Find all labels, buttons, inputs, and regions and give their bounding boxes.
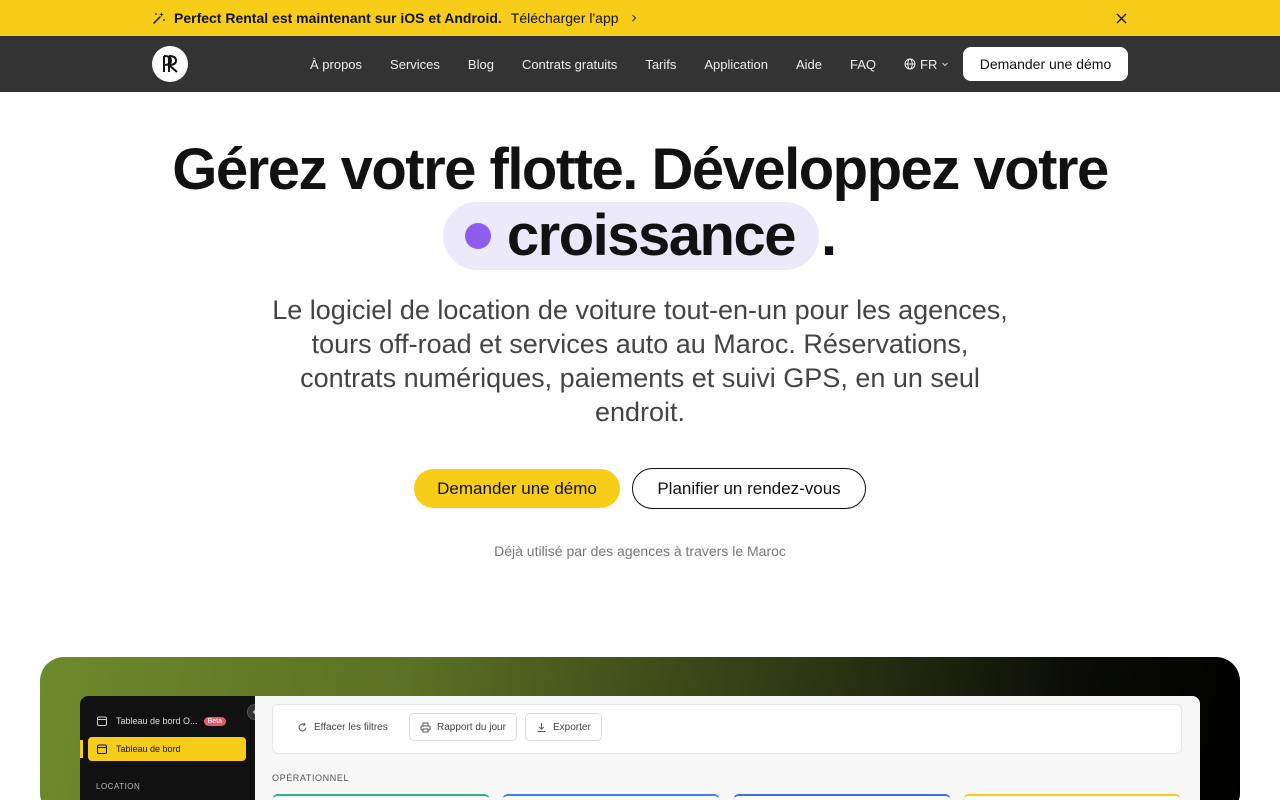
globe-icon [904,58,916,70]
download-icon [536,722,547,733]
printer-icon [420,722,431,733]
app-main: Effacer les filtres Rapport du jour Expo… [255,696,1200,800]
sidebar-item-label: Tableau de bord O... [116,716,198,726]
highlight-pill: croissance [442,202,819,270]
hero-title-line2: croissance . [0,202,1280,270]
close-icon[interactable] [1114,11,1128,25]
main-navbar: À propos Services Blog Contrats gratuits… [0,36,1280,92]
chevron-down-icon [941,60,949,68]
highlight-word: croissance [506,203,797,268]
sidebar-item-dashboard-ops[interactable]: Tableau de bord O... Beta [90,710,240,732]
clear-filters-label[interactable]: Effacer les filtres [314,722,388,733]
request-demo-nav-button[interactable]: Demander une démo [963,47,1128,81]
dashboard-preview: Tableau de bord O... Beta Tableau de bor… [40,657,1240,800]
daily-report-button[interactable]: Rapport du jour [409,713,517,741]
logo-mark-icon [163,55,178,73]
purple-dot-icon [464,223,491,249]
daily-report-label[interactable]: Rapport du jour [437,722,506,733]
calendar-icon [96,715,108,727]
nav-link-free-contracts[interactable]: Contrats gratuits [522,57,617,72]
nav-link-faq[interactable]: FAQ [850,57,876,72]
nav-link-application[interactable]: Application [704,57,768,72]
operational-section-label: OPÉRATIONNEL [272,773,350,783]
app-window: Tableau de bord O... Beta Tableau de bor… [80,696,1200,800]
stat-card[interactable] [272,794,490,800]
hero-subtitle: Le logiciel de location de voiture tout-… [272,295,1008,427]
nav-links: À propos Services Blog Contrats gratuits… [296,36,949,92]
filter-toolbar: Effacer les filtres Rapport du jour Expo… [272,704,1182,754]
schedule-meeting-button[interactable]: Planifier un rendez-vous [632,468,866,509]
nav-link-services[interactable]: Services [390,57,440,72]
trust-text: Déjà utilisé par des agences à travers l… [494,543,786,559]
sidebar-item-label: Tableau de bord [116,744,181,754]
stat-card[interactable] [502,794,720,800]
active-indicator [80,740,83,758]
request-demo-button[interactable]: Demander une démo [414,469,620,508]
download-app-link[interactable]: Télécharger l'app [511,10,639,26]
chevron-right-icon [629,13,639,23]
export-label[interactable]: Exporter [553,722,591,733]
beta-badge: Beta [203,716,226,726]
refresh-icon [297,722,308,733]
announcement-bar: Perfect Rental est maintenant sur iOS et… [0,0,1280,36]
clear-filters-button[interactable]: Effacer les filtres [287,713,398,741]
calendar-icon [96,743,108,755]
export-button[interactable]: Exporter [525,713,602,741]
hero-title: Gérez votre flotte. Développez votre [172,137,1109,202]
sparkle-icon [152,11,166,25]
nav-link-about[interactable]: À propos [310,57,362,72]
stat-card[interactable] [733,794,951,800]
download-app-label[interactable]: Télécharger l'app [511,10,619,26]
stat-card[interactable] [963,794,1181,800]
language-label[interactable]: FR [920,57,937,72]
nav-link-blog[interactable]: Blog [468,57,494,72]
app-sidebar: Tableau de bord O... Beta Tableau de bor… [80,696,255,800]
title-period: . [820,203,838,268]
language-selector[interactable]: FR [904,57,949,72]
nav-link-pricing[interactable]: Tarifs [645,57,676,72]
sidebar-section-label: LOCATION [96,782,141,791]
logo[interactable] [152,46,188,82]
nav-link-help[interactable]: Aide [796,57,822,72]
sidebar-item-dashboard[interactable]: Tableau de bord [88,737,246,761]
announcement-text: Perfect Rental est maintenant sur iOS et… [174,10,502,26]
